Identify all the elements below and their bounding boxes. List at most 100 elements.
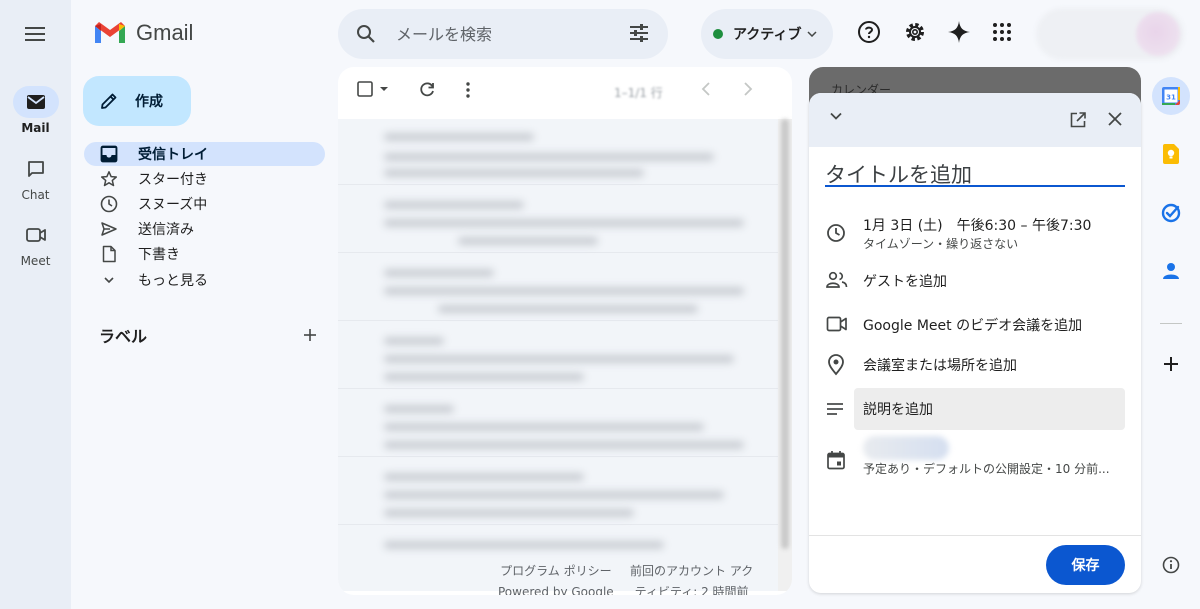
refresh-icon	[420, 82, 434, 97]
show-side-panel-info-button[interactable]	[1152, 546, 1190, 584]
tasks-app-button[interactable]	[1152, 194, 1190, 232]
apps-button[interactable]	[988, 18, 1016, 46]
account-activity-link[interactable]: 前回のアカウント アク ティビティ: 2 時間前	[630, 561, 753, 595]
gmail-logo[interactable]: Gmail	[93, 20, 193, 46]
labels-title: ラベル	[99, 327, 148, 346]
email-list-blurred	[338, 119, 778, 591]
nav-label-more: もっと見る	[138, 273, 208, 289]
star-icon	[100, 171, 118, 187]
add-location-row[interactable]: 会議室または場所を追加	[809, 353, 1141, 377]
list-item[interactable]	[338, 119, 778, 185]
rail-label-mail: Mail	[21, 121, 50, 135]
activity-line-2: ティビティ: 2 時間前	[634, 585, 749, 595]
event-datetime-row[interactable]: 1月 3日 (土) 午後6:30 – 午後7:30 タイムゾーン・繰り返さない	[809, 213, 1141, 253]
location-pin-icon	[828, 354, 844, 376]
page-count-blurred: 1–1/1 行	[614, 86, 663, 100]
add-guests-row[interactable]: ゲストを追加	[809, 269, 1141, 293]
send-icon	[101, 222, 117, 236]
gear-icon	[906, 23, 924, 41]
calendar-settings-row[interactable]: 予定あり・デフォルトの公開設定・10 分前...	[809, 448, 1141, 478]
list-item[interactable]	[338, 391, 778, 457]
nav-item-starred[interactable]: スター付き	[84, 167, 325, 191]
select-all-checkbox[interactable]	[357, 81, 389, 97]
rail-item-chat[interactable]: Chat	[0, 153, 71, 202]
nav-item-snoozed[interactable]: スヌーズ中	[84, 192, 325, 216]
search-input[interactable]	[396, 24, 606, 44]
add-guests-label: ゲストを追加	[863, 274, 947, 290]
prev-page-button[interactable]	[701, 81, 711, 97]
list-item[interactable]	[338, 255, 778, 321]
next-page-button[interactable]	[743, 81, 753, 97]
divider	[809, 535, 1141, 536]
nav-item-inbox[interactable]: 受信トレイ	[84, 142, 325, 166]
event-timezone: タイムゾーン・繰り返さない	[863, 237, 1019, 251]
more-vert-icon	[466, 82, 470, 98]
draft-icon	[102, 245, 116, 263]
add-label-icon[interactable]	[303, 328, 317, 342]
status-dot	[713, 29, 723, 39]
avatar[interactable]	[1136, 12, 1180, 56]
calendar-settings-summary: 予定あり・デフォルトの公開設定・10 分前...	[863, 462, 1110, 476]
rail-label-meet: Meet	[20, 254, 51, 268]
policy-line-2: Powered by Google	[498, 585, 614, 595]
close-icon[interactable]	[1107, 111, 1123, 127]
compose-label: 作成	[135, 94, 163, 110]
chevron-left-icon	[701, 82, 710, 96]
calendar-app-button[interactable]: 31	[1152, 77, 1190, 115]
mail-toolbar: 1–1/1 行	[338, 67, 792, 115]
help-button[interactable]	[855, 18, 883, 46]
checkbox-icon	[357, 81, 373, 97]
add-addon-button[interactable]	[1152, 345, 1190, 383]
list-item[interactable]	[338, 187, 778, 253]
gmail-m-icon	[95, 22, 125, 43]
left-rail: Mail Chat Meet	[0, 0, 71, 609]
event-title-input[interactable]: タイトルを追加	[825, 159, 1125, 187]
contacts-app-button[interactable]	[1152, 252, 1190, 290]
event-datetime: 1月 3日 (土) 午後6:30 – 午後7:30	[863, 218, 1092, 234]
rail-item-mail[interactable]: Mail	[0, 86, 71, 135]
add-meet-row[interactable]: Google Meet のビデオ会議を追加	[809, 313, 1141, 337]
chevron-right-icon	[744, 82, 753, 96]
app-name: Gmail	[136, 20, 194, 45]
nav-item-drafts[interactable]: 下書き	[84, 242, 325, 266]
compose-button[interactable]: 作成	[83, 76, 191, 126]
mail-icon	[26, 95, 45, 109]
meet-icon	[25, 228, 46, 242]
keep-app-button[interactable]	[1152, 135, 1190, 173]
save-button[interactable]: 保存	[1046, 545, 1125, 585]
search-icon[interactable]	[356, 24, 376, 44]
keep-icon	[1163, 144, 1179, 164]
status-selector[interactable]: アクティブ	[701, 9, 833, 59]
nav-label-snoozed: スヌーズ中	[138, 197, 208, 213]
calendar-icon	[827, 451, 845, 470]
info-icon	[1162, 556, 1180, 574]
status-label: アクティブ	[733, 27, 802, 43]
list-item[interactable]	[338, 323, 778, 389]
policy-line-1: プログラム ポリシー	[500, 564, 612, 578]
mail-list-scrollbar[interactable]	[778, 119, 792, 591]
main-menu-button[interactable]	[21, 20, 49, 48]
inbox-icon	[100, 145, 118, 163]
right-side-panel-rail: 31	[1144, 67, 1200, 609]
chevron-down-icon	[807, 31, 817, 37]
nav-item-sent[interactable]: 送信済み	[84, 217, 325, 241]
more-options-button[interactable]	[465, 81, 471, 99]
chevron-down-icon[interactable]	[828, 108, 844, 124]
nav-label-sent: 送信済み	[138, 222, 194, 238]
program-policy-link[interactable]: プログラム ポリシー Powered by Google	[498, 561, 614, 595]
add-description-label: 説明を追加	[863, 402, 933, 418]
event-editor-header	[809, 93, 1141, 147]
plus-icon	[1164, 357, 1178, 371]
list-item[interactable]	[338, 459, 778, 525]
add-meet-label: Google Meet のビデオ会議を追加	[863, 318, 1083, 334]
open-in-new-icon[interactable]	[1069, 111, 1087, 129]
rail-item-meet[interactable]: Meet	[0, 219, 71, 268]
settings-button[interactable]	[901, 18, 929, 46]
gemini-button[interactable]	[945, 18, 973, 46]
search-options-icon[interactable]	[628, 22, 650, 44]
nav-item-more[interactable]: もっと見る	[84, 268, 325, 292]
pencil-icon	[101, 93, 117, 109]
help-icon	[858, 21, 880, 43]
refresh-button[interactable]	[418, 81, 436, 99]
chevron-down-icon	[104, 277, 114, 284]
